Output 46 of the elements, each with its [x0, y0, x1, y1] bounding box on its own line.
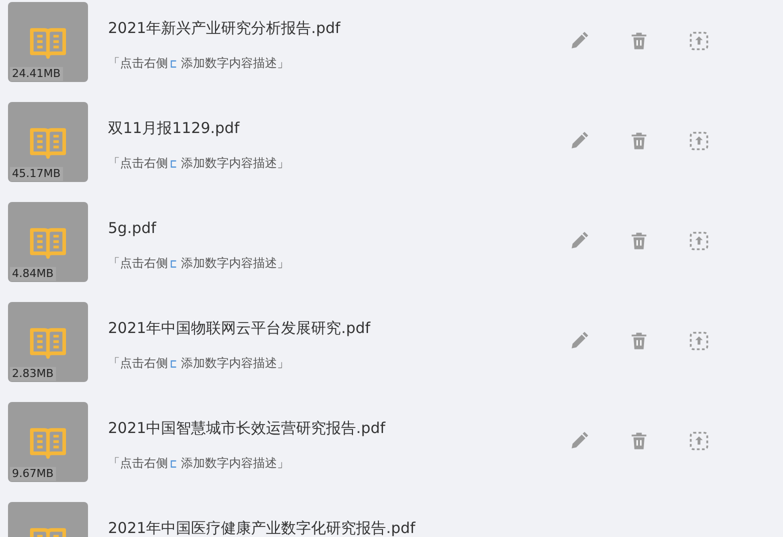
bracket-icon [170, 258, 177, 268]
description-hint: 「点击右侧 [108, 155, 168, 172]
description-hint: 添加数字内容描述」 [181, 255, 289, 272]
file-thumbnail[interactable]: 9.67MB [8, 402, 88, 482]
file-name[interactable]: 2021年新兴产业研究分析报告.pdf [108, 18, 548, 38]
description-hint: 添加数字内容描述」 [181, 355, 289, 372]
file-name[interactable]: 2021年中国物联网云平台发展研究.pdf [108, 318, 548, 338]
file-size: 24.41MB [10, 67, 63, 81]
upload-button[interactable] [688, 230, 710, 252]
description-hint: 添加数字内容描述」 [181, 155, 289, 172]
bracket-icon [170, 158, 177, 168]
file-name[interactable]: 5g.pdf [108, 218, 548, 238]
upload-icon [688, 430, 710, 452]
file-size: 4.84MB [10, 267, 56, 281]
description-hint: 「点击右侧 [108, 55, 168, 72]
file-thumbnail[interactable]: 24.41MB [8, 2, 88, 82]
book-icon [30, 426, 66, 458]
description-hint: 添加数字内容描述」 [181, 455, 289, 472]
bracket-icon [170, 458, 177, 468]
description-hint: 「点击右侧 [108, 355, 168, 372]
upload-button[interactable] [688, 330, 710, 352]
file-name[interactable]: 2021年中国医疗健康产业数字化研究报告.pdf [108, 518, 548, 537]
book-icon [30, 126, 66, 158]
file-thumbnail[interactable]: 4.84MB [8, 202, 88, 282]
upload-button[interactable] [688, 30, 710, 52]
upload-icon [688, 230, 710, 252]
book-icon [30, 226, 66, 258]
file-size: 9.67MB [10, 467, 56, 481]
bracket-icon [170, 358, 177, 368]
upload-icon [688, 330, 710, 352]
description-hint: 「点击右侧 [108, 255, 168, 272]
upload-icon [688, 30, 710, 52]
upload-icon [688, 130, 710, 152]
book-icon [30, 26, 66, 58]
description-hint: 添加数字内容描述」 [181, 55, 289, 72]
file-name[interactable]: 双11月报1129.pdf [108, 118, 548, 138]
file-size: 2.83MB [10, 367, 56, 381]
file-thumbnail[interactable]: 2.83MB [8, 302, 88, 382]
upload-button[interactable] [688, 430, 710, 452]
file-size: 45.17MB [10, 167, 63, 181]
upload-button[interactable] [688, 130, 710, 152]
file-thumbnail[interactable]: 45.17MB [8, 102, 88, 182]
book-icon [30, 326, 66, 358]
bracket-icon [170, 58, 177, 68]
description-hint: 「点击右侧 [108, 455, 168, 472]
file-name[interactable]: 2021中国智慧城市长效运营研究报告.pdf [108, 418, 548, 438]
